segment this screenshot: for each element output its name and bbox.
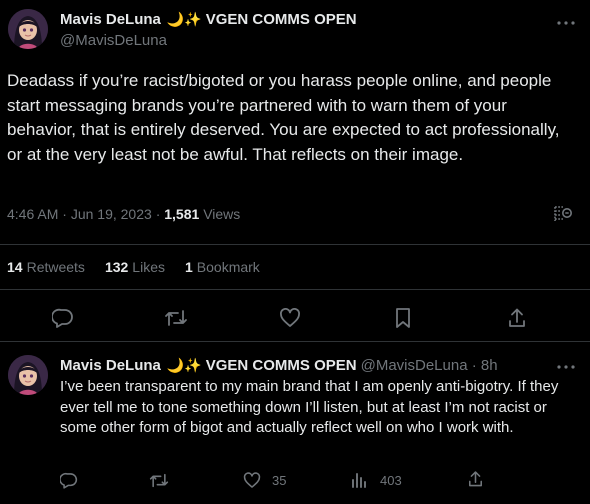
retweets-label: Retweets xyxy=(26,259,85,275)
divider xyxy=(0,289,590,290)
tweet-time[interactable]: 4:46 AM xyxy=(7,206,58,222)
reply-icon xyxy=(60,472,78,489)
meta-separator: · xyxy=(155,206,165,222)
like-icon xyxy=(280,308,300,327)
retweet-icon xyxy=(149,473,169,487)
views-label: Views xyxy=(203,206,241,222)
more-icon xyxy=(557,365,575,369)
bookmark-icon xyxy=(396,308,410,328)
tweet-text: Deadass if you’re racist/bigoted or you … xyxy=(7,71,560,164)
share-button[interactable] xyxy=(504,306,530,330)
retweet-icon xyxy=(165,310,187,326)
bookmark-button[interactable] xyxy=(390,306,416,330)
meta-separator: · xyxy=(62,206,71,222)
avatar-image xyxy=(8,9,48,49)
views-count: 1,581 xyxy=(164,206,200,222)
author-emoji: 🌙✨ xyxy=(166,11,202,27)
likes-label: Likes xyxy=(132,259,165,275)
bookmarks-label: Bookmark xyxy=(196,259,260,275)
bookmarks-count: 1 xyxy=(184,259,193,275)
reply-author-status: VGEN COMMS OPEN xyxy=(205,357,357,374)
reply-avatar[interactable] xyxy=(8,355,48,395)
reply-like-count: 35 xyxy=(272,473,287,488)
analytics-icon xyxy=(554,206,572,221)
analytics-button[interactable] xyxy=(552,204,574,224)
views-icon xyxy=(352,473,366,488)
reply-icon xyxy=(52,308,73,328)
reply-reply-button[interactable] xyxy=(58,470,80,490)
reply-age[interactable]: 8h xyxy=(481,357,498,374)
reply-text: I’ve been transparent to my main brand t… xyxy=(60,378,559,436)
like-icon xyxy=(243,471,261,488)
divider xyxy=(0,244,590,245)
bookmarks-stat[interactable]: 1 Bookmark xyxy=(185,259,260,275)
reply-retweet-button[interactable] xyxy=(148,470,170,490)
author-name[interactable]: Mavis DeLuna xyxy=(60,11,161,28)
tweet-stats: 14 Retweets 132 Likes 1 Bookmark xyxy=(7,259,260,275)
retweets-stat[interactable]: 14 Retweets xyxy=(7,259,85,275)
likes-count: 132 xyxy=(104,259,129,275)
author-handle[interactable]: @MavisDeLuna xyxy=(60,32,167,49)
share-icon xyxy=(468,471,482,487)
author-row: Mavis DeLuna 🌙✨ VGEN COMMS OPEN xyxy=(60,11,357,28)
divider xyxy=(0,341,590,342)
avatar[interactable] xyxy=(8,9,48,49)
avatar-image xyxy=(8,355,48,395)
reply-views-button[interactable] xyxy=(348,470,370,490)
reply-author-name[interactable]: Mavis DeLuna xyxy=(60,357,161,374)
reply-view-count: 403 xyxy=(380,473,402,488)
like-button[interactable] xyxy=(277,306,303,330)
reply-separator: · xyxy=(467,357,481,374)
likes-stat[interactable]: 132 Likes xyxy=(105,259,165,275)
retweets-count: 14 xyxy=(7,259,23,275)
retweet-button[interactable] xyxy=(163,306,189,330)
tweet-date[interactable]: Jun 19, 2023 xyxy=(71,206,152,222)
reply-button[interactable] xyxy=(50,306,76,330)
author-status: VGEN COMMS OPEN xyxy=(205,11,357,28)
reply-author-row: Mavis DeLuna 🌙✨ VGEN COMMS OPEN @MavisDe… xyxy=(60,357,498,374)
reply-share-button[interactable] xyxy=(464,469,486,489)
share-icon xyxy=(509,308,525,327)
tweet-meta: 4:46 AM · Jun 19, 2023 · 1,581 Views xyxy=(7,206,240,222)
more-icon xyxy=(557,21,575,25)
reply-author-emoji: 🌙✨ xyxy=(166,357,202,373)
more-button[interactable] xyxy=(555,15,577,31)
reply-more-button[interactable] xyxy=(555,359,577,375)
reply-like-button[interactable] xyxy=(241,470,263,490)
reply-author-handle[interactable]: @MavisDeLuna xyxy=(361,357,468,374)
